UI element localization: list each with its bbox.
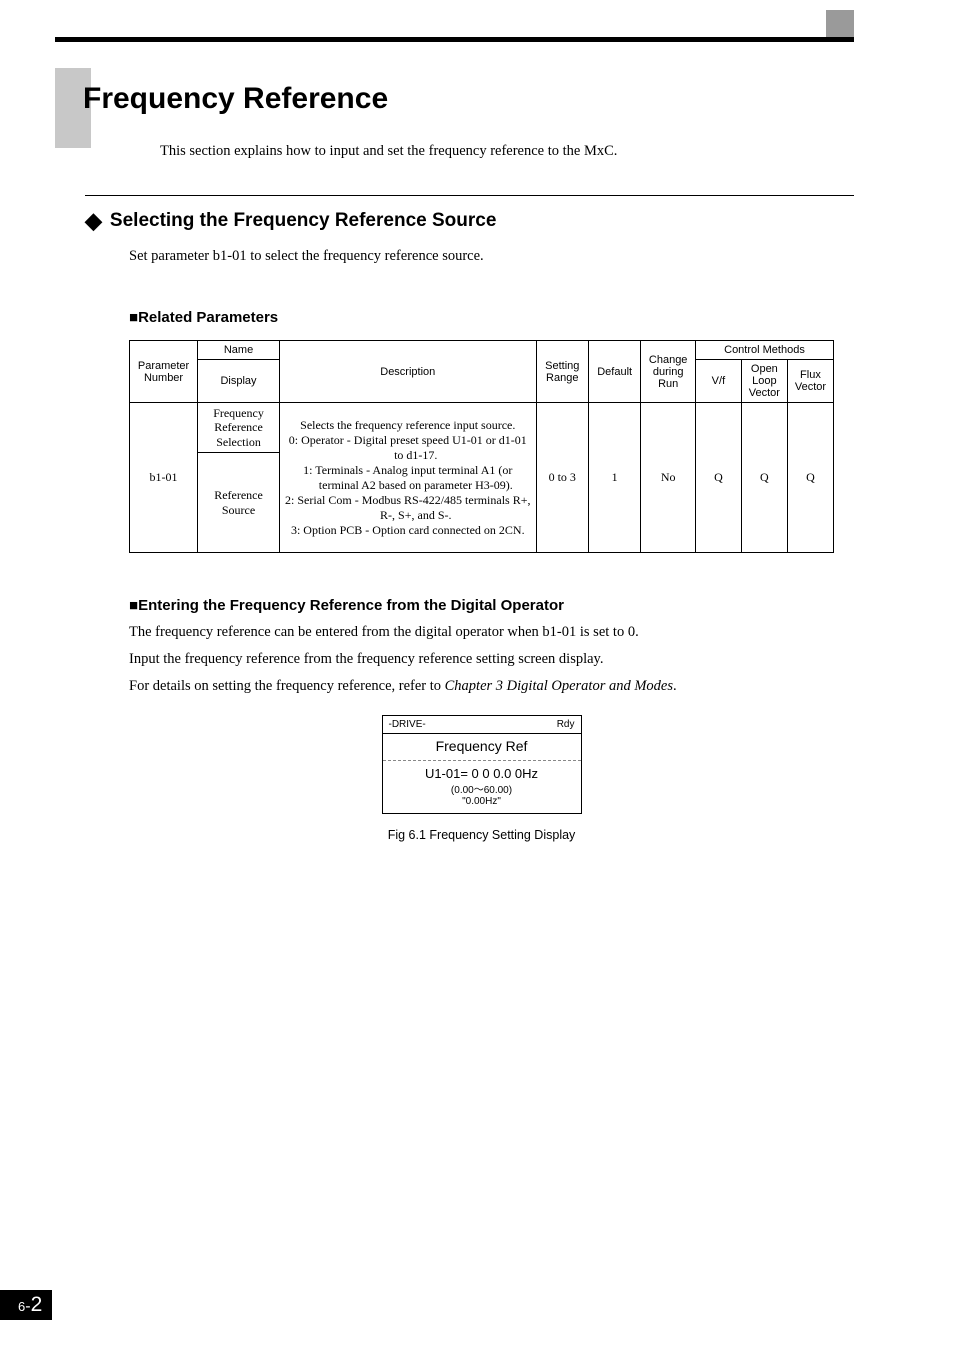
cell-param-no: b1-01 bbox=[130, 403, 198, 553]
op-range: (0.00～60.00) bbox=[383, 781, 581, 796]
cell-default: 1 bbox=[588, 403, 640, 553]
corner-square bbox=[826, 10, 854, 38]
th-name: Name bbox=[198, 341, 280, 360]
cell-name2: Reference Source bbox=[198, 453, 280, 553]
cell-description: Selects the frequency reference input so… bbox=[279, 403, 536, 553]
entering-p1: The frequency reference can be entered f… bbox=[129, 624, 854, 641]
th-control-methods: Control Methods bbox=[695, 341, 833, 360]
section-heading-text: Selecting the Frequency Reference Source bbox=[110, 210, 496, 232]
desc-intro: Selects the frequency reference input so… bbox=[285, 418, 531, 433]
main-content: ◆ Selecting the Frequency Reference Sour… bbox=[85, 195, 854, 842]
th-description: Description bbox=[279, 341, 536, 403]
table-header-row: Parameter Number Name Description Settin… bbox=[130, 341, 834, 360]
operator-display-box: -DRIVE- Rdy Frequency Ref U1-01= 0 0 0.0… bbox=[382, 715, 582, 814]
th-default: Default bbox=[588, 341, 640, 403]
th-param-no: Parameter Number bbox=[130, 341, 198, 403]
top-rule bbox=[55, 37, 854, 42]
square-bullet-icon: ■ bbox=[129, 309, 138, 326]
th-change-run: Change during Run bbox=[641, 341, 696, 403]
intro-text: This section explains how to input and s… bbox=[160, 143, 617, 160]
related-params-heading: ■Related Parameters bbox=[129, 309, 854, 326]
entering-heading: ■Entering the Frequency Reference from t… bbox=[129, 597, 854, 614]
related-heading-text: Related Parameters bbox=[138, 309, 278, 326]
entering-p2: Input the frequency reference from the f… bbox=[129, 651, 854, 668]
operator-display-wrapper: -DRIVE- Rdy Frequency Ref U1-01= 0 0 0.0… bbox=[129, 715, 834, 842]
entering-p3: For details on setting the frequency ref… bbox=[129, 678, 854, 695]
desc-opt0: 0: Operator - Digital preset speed U1-01… bbox=[285, 433, 531, 463]
entering-heading-text: Entering the Frequency Reference from th… bbox=[138, 597, 564, 614]
cell-olv: Q bbox=[741, 403, 787, 553]
entering-p3a: For details on setting the frequency ref… bbox=[129, 678, 445, 694]
desc-opt2: 2: Serial Com - Modbus RS-422/485 termin… bbox=[285, 493, 531, 523]
page-number-value: 2 bbox=[31, 1293, 43, 1316]
page-title: Frequency Reference bbox=[55, 58, 388, 116]
section-intro: Set parameter b1-01 to select the freque… bbox=[129, 248, 854, 265]
cell-name1: Frequency Reference Selection bbox=[198, 403, 280, 453]
entering-p3c: . bbox=[673, 678, 677, 694]
op-title: Frequency Ref bbox=[383, 734, 581, 761]
cell-flux: Q bbox=[787, 403, 833, 553]
desc-opt1: 1: Terminals - Analog input terminal A1 … bbox=[285, 463, 531, 493]
op-value: U1-01= 0 0 0.0 0Hz bbox=[383, 761, 581, 781]
th-olv: Open Loop Vector bbox=[741, 360, 787, 403]
entering-body: The frequency reference can be entered f… bbox=[129, 624, 854, 695]
page-title-block: Frequency Reference bbox=[55, 58, 388, 116]
op-status: Rdy bbox=[557, 719, 575, 730]
operator-display-header: -DRIVE- Rdy bbox=[383, 716, 581, 734]
table-row: b1-01 Frequency Reference Selection Sele… bbox=[130, 403, 834, 453]
th-flux: Flux Vector bbox=[787, 360, 833, 403]
section-heading: ◆ Selecting the Frequency Reference Sour… bbox=[85, 210, 854, 232]
cell-vf: Q bbox=[695, 403, 741, 553]
page-number: 6-2 bbox=[0, 1290, 52, 1320]
diamond-icon: ◆ bbox=[85, 210, 102, 232]
figure-caption: Fig 6.1 Frequency Setting Display bbox=[129, 828, 834, 842]
th-vf: V/f bbox=[695, 360, 741, 403]
th-display: Display bbox=[198, 360, 280, 403]
desc-opt3: 3: Option PCB - Option card connected on… bbox=[285, 523, 531, 538]
section-rule bbox=[85, 195, 854, 196]
entering-p3b: Chapter 3 Digital Operator and Modes bbox=[445, 678, 673, 694]
cell-setting-range: 0 to 3 bbox=[536, 403, 588, 553]
op-mode: -DRIVE- bbox=[389, 719, 426, 730]
square-bullet-icon: ■ bbox=[129, 597, 138, 614]
parameters-table: Parameter Number Name Description Settin… bbox=[129, 340, 834, 553]
th-setting-range: Setting Range bbox=[536, 341, 588, 403]
cell-change-run: No bbox=[641, 403, 696, 553]
op-default: "0.00Hz" bbox=[383, 796, 581, 813]
